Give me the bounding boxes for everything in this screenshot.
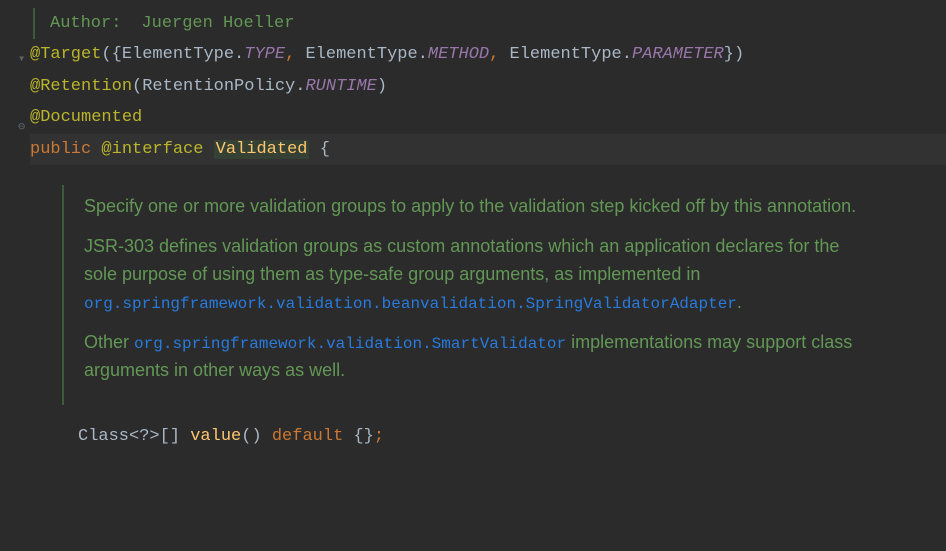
code-editor[interactable]: Author: Juergen Hoeller @Target({Element… xyxy=(0,0,946,452)
retention-annotation-line: @Retention(RetentionPolicy.RUNTIME) xyxy=(30,71,946,102)
author-name: Juergen Hoeller xyxy=(141,8,294,39)
editor-gutter: ▾ ⊖ xyxy=(0,0,28,551)
javadoc-code-ref[interactable]: org.springframework.validation.beanvalid… xyxy=(84,295,737,313)
class-declaration-line: public @interface Validated { xyxy=(30,134,946,165)
author-line: Author: Juergen Hoeller xyxy=(50,8,946,39)
documented-annotation-line: @Documented xyxy=(30,102,946,133)
class-name: Validated xyxy=(214,140,310,159)
method-name: value xyxy=(190,427,241,446)
method-declaration-line: Class<?>[] value() default {}; xyxy=(78,421,946,452)
javadoc-paragraph: Specify one or more validation groups to… xyxy=(84,193,869,221)
fold-marker-collapse-icon[interactable]: ▾ xyxy=(18,48,25,70)
fold-marker-minus-icon[interactable]: ⊖ xyxy=(18,116,25,138)
documented-annotation: @Documented xyxy=(30,108,142,127)
javadoc-paragraph: Other org.springframework.validation.Sma… xyxy=(84,329,869,385)
javadoc-code-ref[interactable]: org.springframework.validation.SmartVali… xyxy=(134,335,566,353)
author-label: Author: xyxy=(50,8,121,39)
javadoc-paragraph: JSR-303 defines validation groups as cus… xyxy=(84,233,869,317)
retention-annotation: @Retention xyxy=(30,77,132,96)
javadoc-block: Specify one or more validation groups to… xyxy=(62,185,946,404)
target-annotation: @Target xyxy=(30,45,101,64)
target-annotation-line: @Target({ElementType.TYPE, ElementType.M… xyxy=(30,39,946,70)
javadoc-author-block: Author: Juergen Hoeller xyxy=(33,8,946,39)
